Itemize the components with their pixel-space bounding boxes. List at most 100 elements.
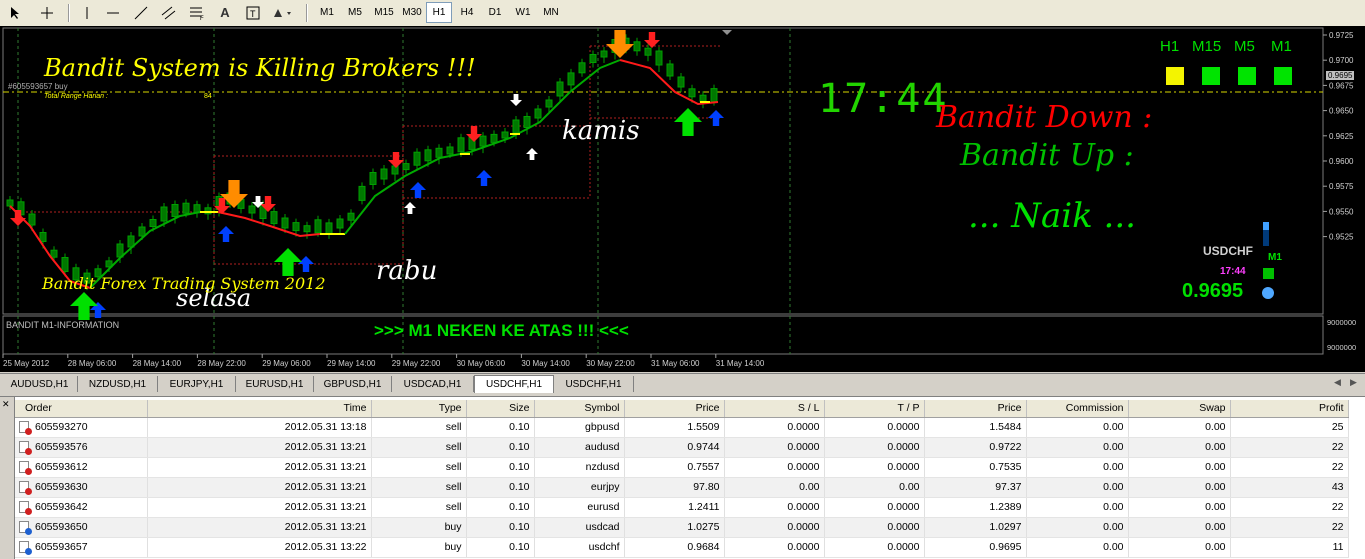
time-tick-label: 29 May 14:00	[327, 359, 376, 368]
tab-scroll-right-icon[interactable]: ▶	[1350, 377, 1357, 388]
order-number: 605593576	[35, 440, 88, 453]
time-tick-label: 28 May 14:00	[133, 359, 182, 368]
commission-cell: 0.00	[1026, 517, 1129, 538]
candle-body	[644, 47, 652, 56]
trade-row[interactable]: 605593650 2012.05.31 13:21 buy 0.10 usdcad 1.…	[15, 517, 1349, 538]
equidistant-channel-icon[interactable]	[158, 2, 180, 23]
candle-body	[545, 99, 553, 108]
chart-tab[interactable]: EURUSD,H1	[236, 376, 314, 392]
chart-tab[interactable]: USDCHF,H1	[554, 376, 634, 392]
profit-cell: 22	[1230, 437, 1349, 458]
candle-body	[50, 249, 58, 258]
crosshair-icon[interactable]	[36, 2, 58, 23]
day-label-kamis: kamis	[562, 116, 640, 146]
price-tick-label: 0.9650	[1329, 107, 1354, 116]
time-cell: 2012.05.31 13:21	[147, 517, 372, 538]
candle-body	[688, 88, 696, 98]
size-cell: 0.10	[466, 477, 535, 498]
timeframe-m30-button[interactable]: M30	[398, 2, 426, 23]
close-icon[interactable]: ✕	[2, 399, 10, 410]
trade-row[interactable]: 605593657 2012.05.31 13:22 buy 0.10 usdchf 0.…	[15, 537, 1349, 558]
tf-label-m5: M5	[1234, 38, 1255, 55]
time-cell: 2012.05.31 13:21	[147, 497, 372, 518]
timeframe-mn-button[interactable]: MN	[538, 2, 564, 23]
subwindow-tick-label: 9000000	[1327, 318, 1356, 327]
chart-tab[interactable]: EURJPY,H1	[158, 376, 236, 392]
chart-tab[interactable]: GBPUSD,H1	[314, 376, 392, 392]
vertical-line-icon[interactable]	[76, 2, 98, 23]
trade-row[interactable]: 605593612 2012.05.31 13:21 sell 0.10 nzdusd 0…	[15, 457, 1349, 478]
trade-row[interactable]: 605593576 2012.05.31 13:21 sell 0.10 audusd 0…	[15, 437, 1349, 458]
buy-arrow	[708, 110, 724, 126]
candle-body	[281, 217, 289, 229]
size-cell: 0.10	[466, 497, 535, 518]
buy-order-icon	[19, 521, 32, 536]
column-header[interactable]: Commission	[1026, 400, 1129, 418]
column-header[interactable]: Type	[371, 400, 467, 418]
tp-cell: 0.0000	[824, 417, 925, 438]
order-number: 605593270	[35, 420, 88, 433]
chart-toolbar: F A T M1 M5 M15 M30 H1 H4 D1 W1 MN	[0, 0, 1365, 27]
candle-body	[149, 219, 157, 227]
time-tick-label: 30 May 22:00	[586, 359, 635, 368]
text-icon[interactable]: A	[214, 2, 236, 23]
symbol-cell: usdcad	[534, 517, 625, 538]
commission-cell: 0.00	[1026, 417, 1129, 438]
trade-row[interactable]: 605593630 2012.05.31 13:21 sell 0.10 eurjpy 9…	[15, 477, 1349, 498]
timeframe-w1-button[interactable]: W1	[510, 2, 536, 23]
trade-row[interactable]: 605593642 2012.05.31 13:21 sell 0.10 eurusd 1…	[15, 497, 1349, 518]
tab-scroll-left-icon[interactable]: ◀	[1334, 377, 1341, 388]
timeframe-h1-button[interactable]: H1	[426, 2, 452, 23]
candle-body	[336, 218, 344, 229]
timeframe-m1-button[interactable]: M1	[314, 2, 340, 23]
column-header[interactable]: Time	[147, 400, 372, 418]
price-chart[interactable]: 0.9725 0.9700 0.9675 0.9650 0.9625 0.9600 0.95…	[0, 26, 1365, 372]
order-line-label: #605593657 buy	[8, 82, 68, 91]
footer-branding: Bandit Forex Trading System 2012	[42, 274, 326, 293]
cursor-icon[interactable]	[4, 2, 26, 23]
timeframe-h4-button[interactable]: H4	[454, 2, 480, 23]
candle-body	[435, 147, 443, 158]
column-header[interactable]: Price	[624, 400, 725, 418]
fibonacci-icon[interactable]: F	[186, 2, 208, 23]
column-header[interactable]: T / P	[824, 400, 925, 418]
price-tick-label: 0.9700	[1329, 56, 1354, 65]
order-number: 605593630	[35, 480, 88, 493]
candle-body	[710, 88, 718, 103]
column-header[interactable]: Size	[466, 400, 535, 418]
candle-body	[347, 212, 355, 221]
candle-body	[523, 116, 531, 128]
trendline-icon[interactable]	[130, 2, 152, 23]
timeframe-d1-button[interactable]: D1	[482, 2, 508, 23]
arrows-icon[interactable]	[272, 2, 294, 23]
horizontal-line-icon[interactable]	[102, 2, 124, 23]
trade-row[interactable]: 605593270 2012.05.31 13:18 sell 0.10 gbpusd 1…	[15, 417, 1349, 438]
bandit-status-label: ... Naik ...	[968, 196, 1136, 236]
chart-tab[interactable]: USDCAD,H1	[392, 376, 474, 392]
order-cell: 605593650	[15, 517, 148, 538]
column-header[interactable]: Symbol	[534, 400, 625, 418]
text-label-icon[interactable]: T	[242, 2, 264, 23]
timeframe-m5-button[interactable]: M5	[342, 2, 368, 23]
order-cell: 605593657	[15, 537, 148, 558]
column-header[interactable]: Swap	[1128, 400, 1231, 418]
column-header[interactable]: Price	[924, 400, 1027, 418]
sl-cell: 0.00	[724, 477, 825, 498]
profit-cell: 25	[1230, 417, 1349, 438]
candle-body	[138, 226, 146, 237]
timeframe-m15-button[interactable]: M15	[370, 2, 398, 23]
time-tick-label: 30 May 14:00	[521, 359, 570, 368]
chart-tab[interactable]: USDCHF,H1	[474, 375, 554, 393]
terminal-trade-panel: ✕ Order Time Type Size Symbol Price S / LT / P…	[0, 396, 1365, 559]
candle-body	[556, 81, 564, 97]
column-header[interactable]: Profit	[1230, 400, 1349, 418]
column-header[interactable]: S / L	[724, 400, 825, 418]
column-header[interactable]: Order	[15, 400, 148, 418]
chart-tab[interactable]: AUDUSD,H1	[2, 376, 78, 392]
white-up-arrow	[526, 148, 538, 160]
price-tick-label: 0.9575	[1329, 182, 1354, 191]
terminal-side-handle[interactable]: ✕	[0, 397, 15, 559]
widget-timeframe: M1	[1268, 252, 1282, 263]
candle-body	[314, 219, 322, 234]
chart-tab[interactable]: NZDUSD,H1	[78, 376, 158, 392]
